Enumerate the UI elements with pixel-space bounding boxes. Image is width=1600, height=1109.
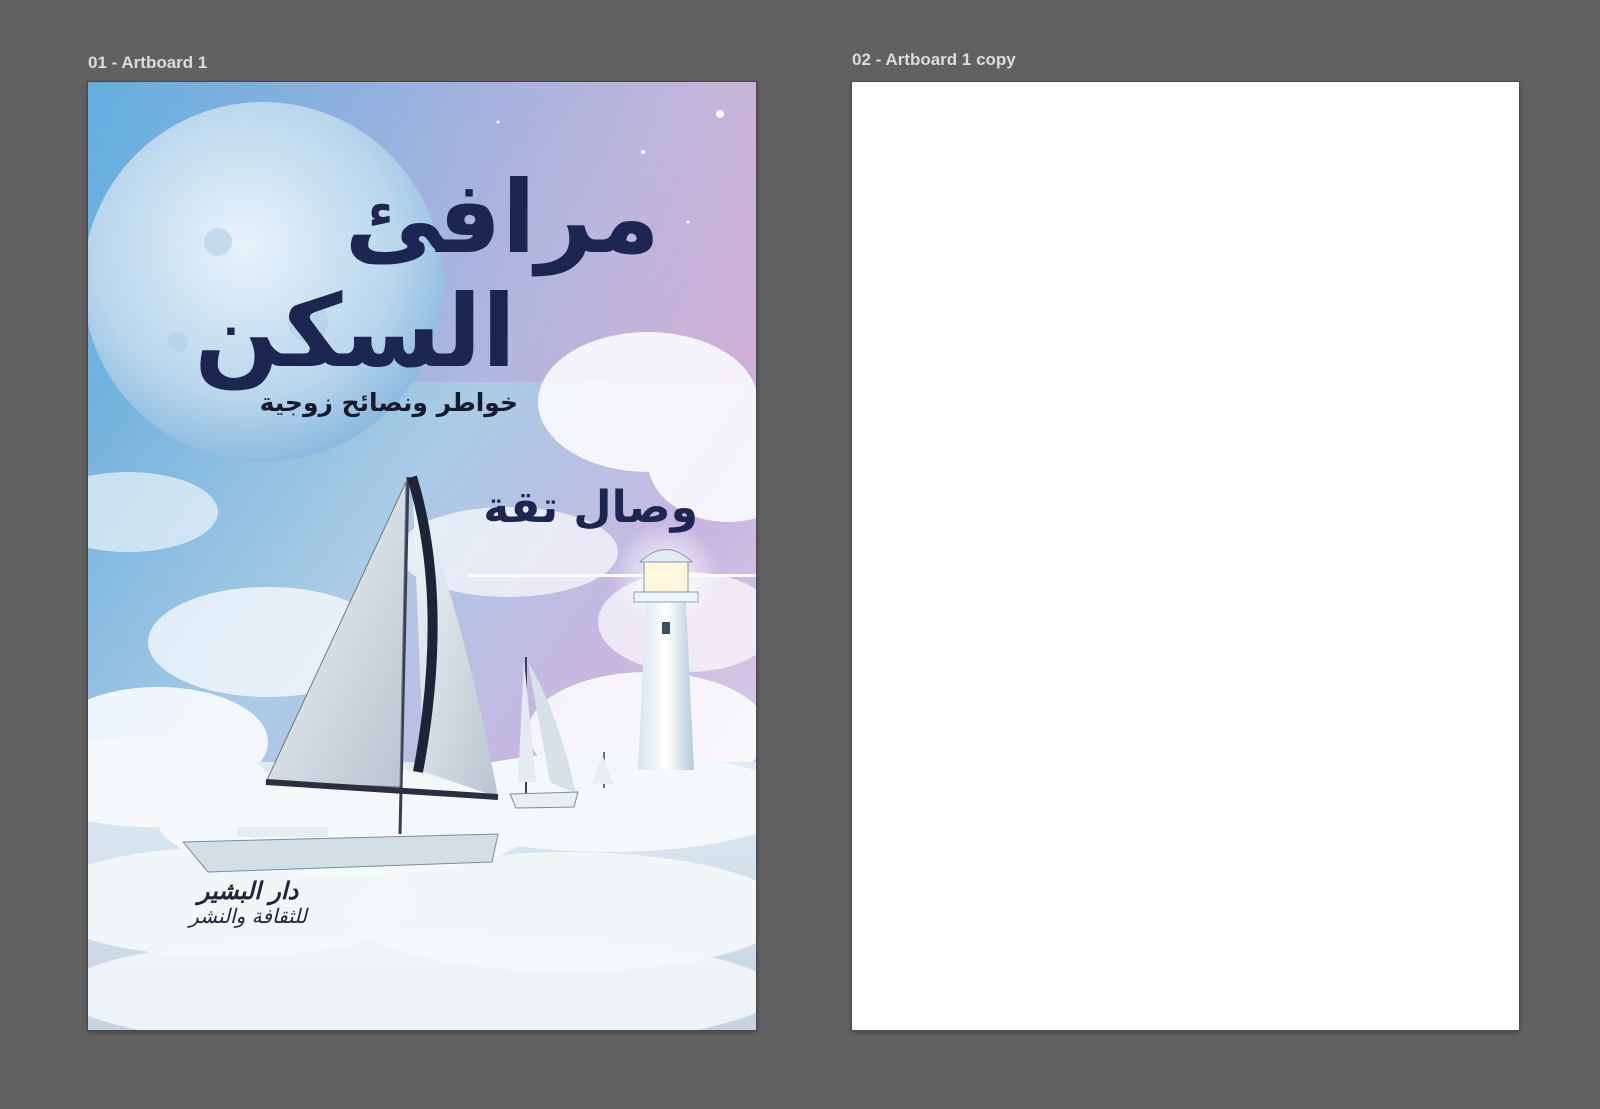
artboard-1[interactable]: مرافئ السكن خواطر ونصائح زوجية وصال تقة … bbox=[88, 82, 756, 1030]
book-subtitle: خواطر ونصائح زوجية bbox=[259, 388, 518, 417]
book-title-line-1: مرافئ bbox=[344, 159, 662, 276]
author-name: وصال تقة bbox=[483, 482, 698, 533]
book-title-line-2: السكن bbox=[194, 273, 518, 390]
artboard-1-label[interactable]: 01 - Artboard 1 bbox=[88, 53, 207, 73]
publisher-tagline: للثقافة والنشر bbox=[189, 904, 307, 929]
artboard-2-label[interactable]: 02 - Artboard 1 copy bbox=[852, 50, 1016, 70]
publisher-logo: دار البشير للثقافة والنشر bbox=[183, 876, 313, 929]
publisher-name: دار البشير bbox=[197, 876, 299, 905]
artboard-2[interactable] bbox=[852, 82, 1519, 1030]
